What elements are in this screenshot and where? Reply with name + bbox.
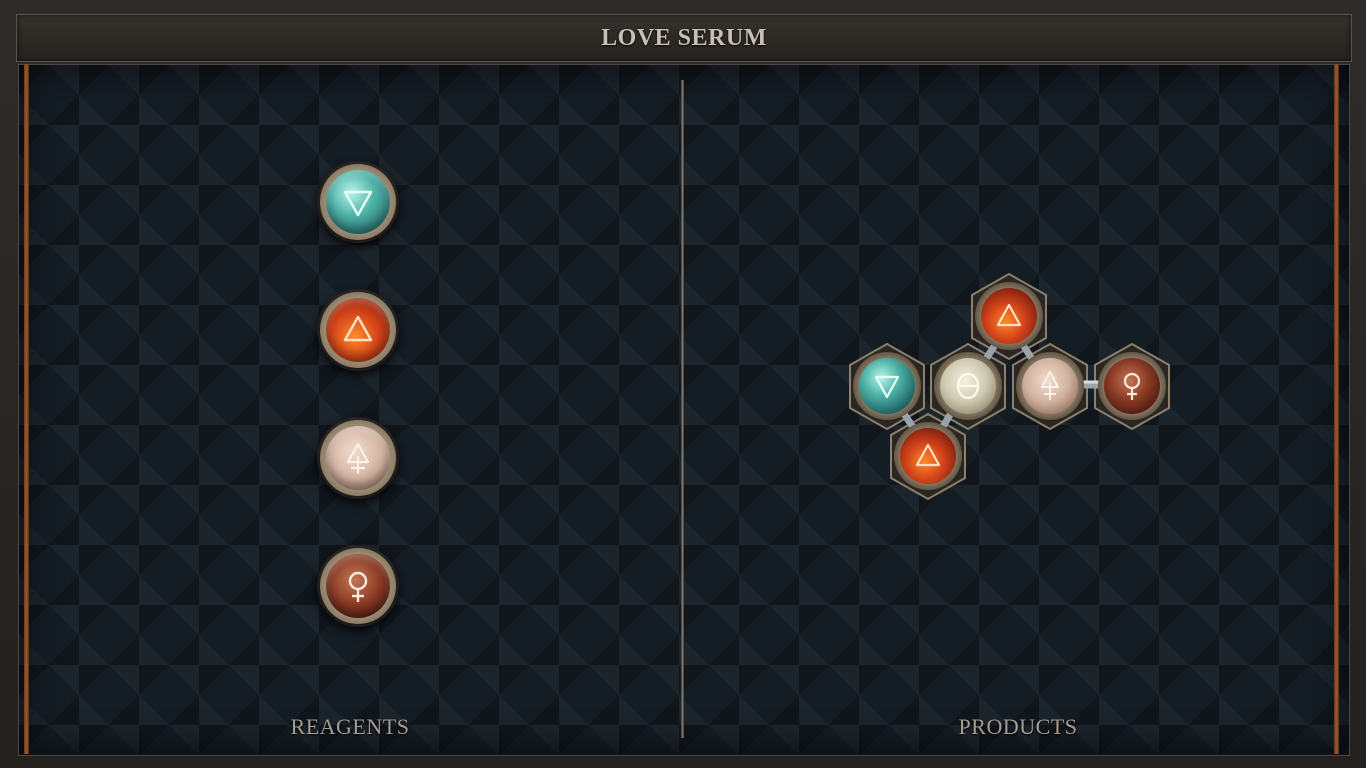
title-bar: LOVE SERUM bbox=[16, 14, 1352, 62]
copper-orb bbox=[326, 554, 390, 618]
reagent-water[interactable] bbox=[317, 161, 399, 243]
reagent-salt[interactable] bbox=[317, 417, 399, 499]
panel-divider bbox=[681, 80, 684, 738]
reagent-fire[interactable] bbox=[317, 289, 399, 371]
atom-fire-top bbox=[975, 282, 1043, 350]
atom-salt bbox=[1016, 352, 1084, 420]
left-copper-rail bbox=[24, 64, 29, 754]
products-label: PRODUCTS bbox=[958, 714, 1078, 739]
venus-copper-icon bbox=[348, 571, 368, 602]
water-triangle-icon bbox=[343, 190, 373, 217]
atom-fire-bottom bbox=[894, 422, 962, 490]
atom-copper bbox=[1098, 352, 1166, 420]
fire-triangle-icon bbox=[343, 315, 373, 342]
earth-symbol-icon bbox=[346, 442, 370, 474]
atom-neutral bbox=[934, 352, 1002, 420]
reagents-label: REAGENTS bbox=[290, 714, 410, 739]
puzzle-title: LOVE SERUM bbox=[601, 24, 767, 51]
product-molecule bbox=[849, 272, 1170, 501]
fire-orb bbox=[326, 298, 390, 362]
atom-water bbox=[853, 352, 921, 420]
reagent-copper[interactable] bbox=[317, 545, 399, 627]
water-orb bbox=[326, 170, 390, 234]
salt-orb bbox=[326, 426, 390, 490]
right-copper-rail bbox=[1334, 64, 1339, 754]
